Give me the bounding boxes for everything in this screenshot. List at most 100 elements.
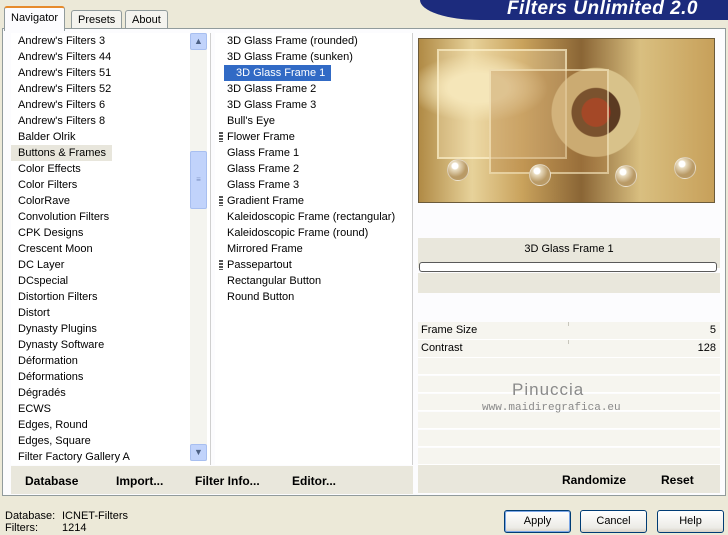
filter-item[interactable]: Kaleidoscopic Frame (round) bbox=[215, 225, 412, 241]
param-label: Frame Size bbox=[421, 324, 478, 336]
category-item[interactable]: Dégradés bbox=[11, 385, 210, 401]
list-actions-bar: Database Import... Filter Info... Editor… bbox=[11, 466, 413, 494]
group-marker-icon bbox=[219, 260, 223, 270]
selected-filter-title: 3D Glass Frame 1 bbox=[524, 243, 614, 255]
preview-frame-shape bbox=[489, 69, 609, 174]
category-item[interactable]: Déformations bbox=[11, 369, 210, 385]
database-button[interactable]: Database bbox=[25, 474, 78, 488]
filter-item[interactable]: Glass Frame 2 bbox=[215, 161, 412, 177]
filter-item-label: Passepartout bbox=[227, 259, 292, 271]
import-button[interactable]: Import... bbox=[116, 474, 163, 488]
filter-item[interactable]: 3D Glass Frame (rounded) bbox=[215, 33, 412, 49]
filter-item[interactable]: Kaleidoscopic Frame (rectangular) bbox=[215, 209, 412, 225]
status-label: Database: bbox=[5, 510, 56, 522]
preview-image bbox=[418, 38, 715, 203]
param-slot-empty bbox=[418, 430, 720, 447]
param-slot-empty bbox=[418, 448, 720, 465]
param-slot-empty bbox=[418, 412, 720, 429]
filter-item[interactable]: 3D Glass Frame 3 bbox=[215, 97, 412, 113]
category-item[interactable]: Andrew's Filters 8 bbox=[11, 113, 210, 129]
filter-item[interactable]: Gradient Frame bbox=[215, 193, 412, 209]
filter-item[interactable]: Mirrored Frame bbox=[215, 241, 412, 257]
category-item[interactable]: Andrew's Filters 6 bbox=[11, 97, 210, 113]
filter-item-label: Flower Frame bbox=[227, 131, 295, 143]
category-scrollbar[interactable]: ▲ ≡ ▼ bbox=[190, 33, 207, 461]
filter-item-label: Gradient Frame bbox=[227, 195, 305, 207]
cancel-button[interactable]: Cancel bbox=[580, 510, 647, 533]
reset-button[interactable]: Reset bbox=[661, 473, 694, 487]
param-header-strip bbox=[418, 273, 720, 293]
scroll-thumb[interactable]: ≡ bbox=[190, 151, 207, 209]
filter-item[interactable]: Rectangular Button bbox=[215, 273, 412, 289]
category-item[interactable]: Andrew's Filters 52 bbox=[11, 81, 210, 97]
param-value: 128 bbox=[697, 342, 716, 354]
tab-navigator[interactable]: Navigator bbox=[4, 6, 66, 31]
filter-list[interactable]: 3D Glass Frame (rounded) 3D Glass Frame … bbox=[215, 33, 413, 465]
randomize-button[interactable]: Randomize bbox=[562, 473, 626, 487]
category-item[interactable]: Edges, Square bbox=[11, 433, 210, 449]
filter-info-button[interactable]: Filter Info... bbox=[195, 474, 260, 488]
filter-item-selected[interactable]: 3D Glass Frame 1 bbox=[224, 65, 332, 81]
apply-button[interactable]: Apply bbox=[504, 510, 571, 533]
status-filters: Filters: 1214 bbox=[5, 522, 86, 534]
status-database: Database: ICNET-Filters bbox=[5, 510, 128, 522]
group-marker-icon bbox=[219, 196, 223, 206]
editor-button[interactable]: Editor... bbox=[292, 474, 336, 488]
tab-presets[interactable]: Presets bbox=[71, 10, 123, 30]
tab-about[interactable]: About bbox=[125, 10, 168, 30]
category-list[interactable]: Andrew's Filters 3 Andrew's Filters 44 A… bbox=[11, 33, 211, 465]
category-item[interactable]: Crescent Moon bbox=[11, 241, 210, 257]
category-item[interactable]: Andrew's Filters 51 bbox=[11, 65, 210, 81]
category-item[interactable]: Andrew's Filters 44 bbox=[11, 49, 210, 65]
watermark-url: www.maidiregrafica.eu bbox=[482, 402, 621, 414]
preview-actions-bar: Randomize Reset bbox=[418, 465, 720, 493]
param-slider-contrast[interactable]: Contrast 128 bbox=[418, 340, 720, 358]
status-label: Filters: bbox=[5, 522, 38, 534]
help-button[interactable]: Help bbox=[657, 510, 724, 533]
category-item[interactable]: ColorRave bbox=[11, 193, 210, 209]
filter-item[interactable]: Glass Frame 1 bbox=[215, 145, 412, 161]
filter-item[interactable]: Round Button bbox=[215, 289, 412, 305]
progress-bar bbox=[419, 262, 717, 272]
category-item-selected[interactable]: Buttons & Frames bbox=[11, 145, 113, 161]
app-title-banner: Filters Unlimited 2.0 bbox=[420, 0, 728, 20]
preview-ornament bbox=[615, 165, 637, 187]
category-item[interactable]: Distortion Filters bbox=[11, 289, 210, 305]
status-value: 1214 bbox=[62, 522, 87, 534]
category-item[interactable]: Color Filters bbox=[11, 177, 210, 193]
filter-item[interactable]: Glass Frame 3 bbox=[215, 177, 412, 193]
category-item[interactable]: Color Effects bbox=[11, 161, 210, 177]
preview-ornament bbox=[674, 157, 696, 179]
preview-ornament bbox=[447, 159, 469, 181]
category-item[interactable]: Convolution Filters bbox=[11, 209, 210, 225]
param-slider-frame-size[interactable]: Frame Size 5 bbox=[418, 322, 720, 340]
scroll-up-button[interactable]: ▲ bbox=[190, 33, 207, 50]
group-marker-icon bbox=[219, 132, 223, 142]
param-label: Contrast bbox=[421, 342, 463, 354]
filter-item[interactable]: Flower Frame bbox=[215, 129, 412, 145]
category-item[interactable]: CPK Designs bbox=[11, 225, 210, 241]
param-slot-empty bbox=[418, 358, 720, 375]
filter-item[interactable]: 3D Glass Frame 2 bbox=[215, 81, 412, 97]
slider-tick bbox=[568, 340, 569, 344]
filter-item[interactable]: 3D Glass Frame (sunken) bbox=[215, 49, 412, 65]
category-item[interactable]: Balder Olrik bbox=[11, 129, 210, 145]
slider-tick bbox=[568, 322, 569, 326]
category-item[interactable]: Filter Factory Gallery A bbox=[11, 449, 210, 465]
filter-item[interactable]: Passepartout bbox=[215, 257, 412, 273]
status-value: ICNET-Filters bbox=[62, 510, 128, 522]
param-value: 5 bbox=[709, 324, 716, 336]
preview-ornament bbox=[529, 164, 551, 186]
category-item[interactable]: Edges, Round bbox=[11, 417, 210, 433]
filter-item[interactable]: Bull's Eye bbox=[215, 113, 412, 129]
category-item[interactable]: Distort bbox=[11, 305, 210, 321]
category-item[interactable]: Déformation bbox=[11, 353, 210, 369]
category-item[interactable]: Dynasty Software bbox=[11, 337, 210, 353]
watermark-name: Pinuccia bbox=[512, 380, 585, 399]
scroll-down-button[interactable]: ▼ bbox=[190, 444, 207, 461]
category-item[interactable]: DCspecial bbox=[11, 273, 210, 289]
category-item[interactable]: Andrew's Filters 3 bbox=[11, 33, 210, 49]
category-item[interactable]: ECWS bbox=[11, 401, 210, 417]
category-item[interactable]: DC Layer bbox=[11, 257, 210, 273]
category-item[interactable]: Dynasty Plugins bbox=[11, 321, 210, 337]
